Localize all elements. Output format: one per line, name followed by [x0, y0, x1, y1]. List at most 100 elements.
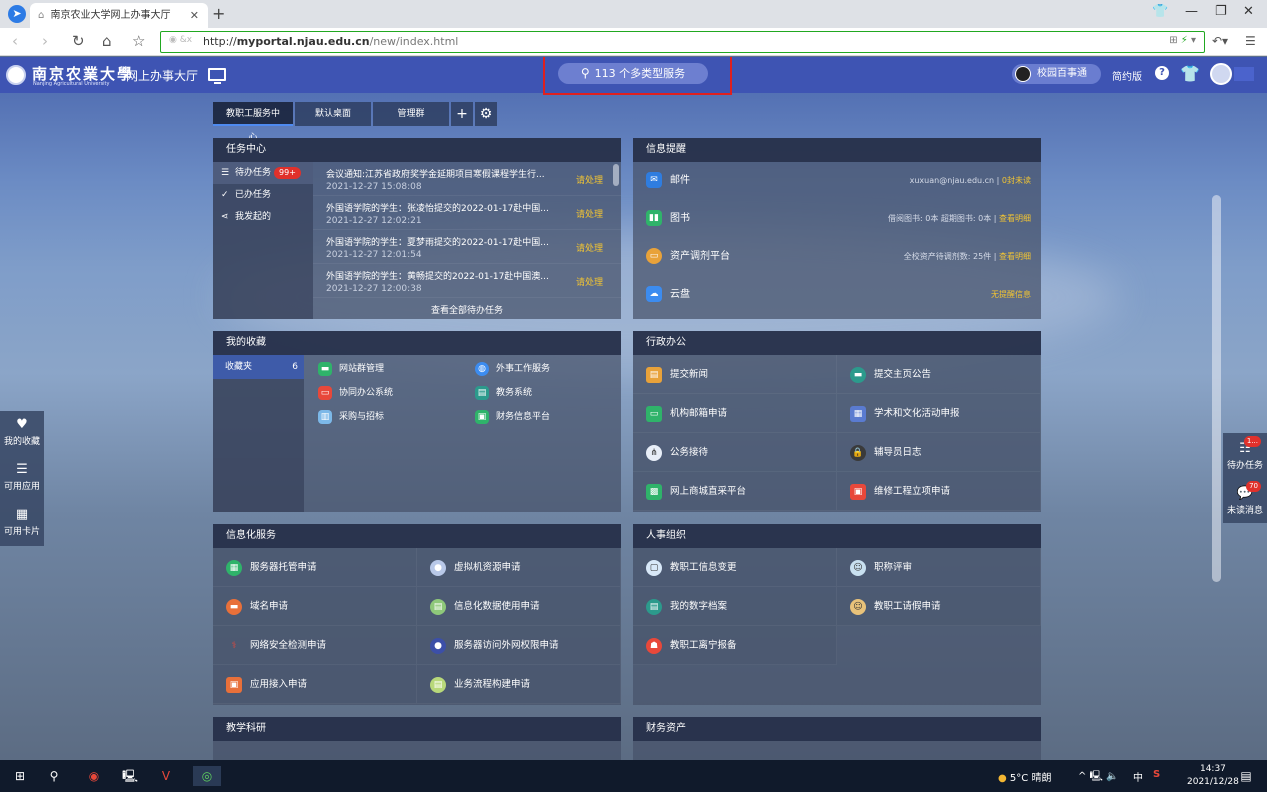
service-vm-resource[interactable]: ● 虚拟机资源申请 [417, 548, 621, 587]
notification-icon[interactable]: ▤ [1236, 766, 1256, 786]
service-domain[interactable]: ▬ 域名申请 [213, 587, 417, 626]
unread-mail-link[interactable]: 0封未读 [1002, 176, 1031, 185]
service-counselor-log[interactable]: 🔒 辅导员日志 [837, 433, 1041, 472]
reload-icon[interactable]: ↻ [72, 32, 85, 50]
help-icon[interactable]: ? [1155, 66, 1169, 80]
restore-icon[interactable]: ❐ [1215, 4, 1227, 19]
app-circle-icon[interactable]: ◉ [84, 766, 104, 786]
service-online-mall[interactable]: ▩ 网上商城直采平台 [633, 472, 837, 511]
service-security-check[interactable]: ⚕ 网络安全检测申请 [213, 626, 417, 665]
clock[interactable]: 14:37 2021/12/28 [1187, 763, 1239, 789]
service-app-integration[interactable]: ▣ 应用接入申请 [213, 665, 417, 704]
task-row[interactable]: 外国语学院的学生：黄畅提交的2022-01-17赴中国澳... 2021-12-… [313, 264, 621, 298]
service-org-mailbox[interactable]: ▭ 机构邮箱申请 [633, 394, 837, 433]
task-process-link[interactable]: 请处理 [576, 275, 603, 288]
browser-tab[interactable]: ⌂ 南京农业大学网上办事大厅 ✕ [30, 3, 208, 28]
campus-assistant-button[interactable]: 校园百事通 [1012, 64, 1101, 84]
fav-office-system[interactable]: ▭ 协同办公系统 [318, 385, 393, 400]
service-data-usage[interactable]: ▤ 信息化数据使用申请 [417, 587, 621, 626]
bookmark-star-icon[interactable]: ☆ [132, 32, 145, 50]
task-nav-done[interactable]: ✓ 已办任务 [213, 184, 313, 206]
home-icon[interactable]: ⌂ [102, 32, 112, 50]
close-tab-icon[interactable]: ✕ [190, 3, 199, 28]
task-row[interactable]: 会议通知:江苏省政府奖学金延期项目寒假课程学生行... 2021-12-27 1… [313, 162, 621, 196]
undo-icon[interactable]: ↶▾ [1212, 34, 1228, 48]
service-server-hosting[interactable]: ▦ 服务器托管申请 [213, 548, 417, 587]
info-row-assets[interactable]: ▭ 资产调剂平台 全校资产待调剂数: 25件 | 查看明细 [633, 238, 1041, 276]
service-homepage-notice[interactable]: ▬ 提交主页公告 [837, 355, 1041, 394]
theme-shirt-icon[interactable]: 👕 [1180, 64, 1200, 83]
task-row[interactable]: 外国语学院的学生：夏梦雨提交的2022-01-17赴中国... 2021-12-… [313, 230, 621, 264]
pending-badge: 1... [1243, 436, 1261, 447]
fav-academic-system[interactable]: ▤ 教务系统 [475, 385, 532, 400]
back-icon[interactable]: ‹ [12, 32, 18, 50]
task-process-link[interactable]: 请处理 [576, 207, 603, 220]
page-scrollbar[interactable] [1212, 195, 1221, 582]
weather-display[interactable]: ● 5°C 晴朗 [998, 769, 1051, 784]
info-row-library[interactable]: ▮▮ 图书 借阅图书: 0本 超期图书: 0本 | 查看明细 [633, 200, 1041, 238]
right-float-bar: 1... ☷ 待办任务 70 💬 未读消息 [1223, 433, 1267, 523]
desktop-monitor-icon[interactable] [208, 68, 226, 84]
search-icon[interactable]: ⚲ [44, 766, 64, 786]
shirt-skin-icon[interactable]: 👕 [1152, 4, 1168, 19]
settings-gear-icon[interactable]: ⚙ [475, 102, 497, 126]
university-seal-icon [6, 65, 26, 85]
add-desktop-button[interactable]: + [451, 102, 473, 126]
new-tab-button[interactable]: + [212, 3, 225, 25]
view-all-tasks-link[interactable]: 查看全部待办任务 [313, 303, 621, 316]
minimize-icon[interactable]: — [1185, 4, 1198, 19]
ime-indicator[interactable]: 中 [1133, 769, 1143, 784]
service-workflow-build[interactable]: ▤ 业务流程构建申请 [417, 665, 621, 704]
service-repair-project[interactable]: ▣ 维修工程立项申请 [837, 472, 1041, 511]
fav-foreign-affairs[interactable]: ◍ 外事工作服务 [475, 361, 550, 376]
info-row-mail[interactable]: ✉ 邮件 xuxuan@njau.edu.cn | 0封未读 [633, 162, 1041, 200]
app-v-icon[interactable]: V [156, 766, 176, 786]
task-process-link[interactable]: 请处理 [576, 173, 603, 186]
side-unread-messages[interactable]: 70 💬 未读消息 [1223, 478, 1267, 523]
user-name-block[interactable] [1234, 67, 1254, 81]
side-my-favorites[interactable]: ♥ 我的收藏 [0, 411, 44, 456]
service-official-reception[interactable]: ⋔ 公务接待 [633, 433, 837, 472]
tab-default-desktop[interactable]: 默认桌面 [295, 102, 371, 126]
service-staff-leave[interactable]: ☺ 教职工请假申请 [837, 587, 1041, 626]
task-nav-initiated[interactable]: ⋖ 我发起的 [213, 206, 313, 228]
task-process-link[interactable]: 请处理 [576, 241, 603, 254]
service-academic-activity[interactable]: ▦ 学术和文化活动申报 [837, 394, 1041, 433]
info-row-cloud[interactable]: ☁ 云盘 无提醒信息 [633, 276, 1041, 314]
tray-icons[interactable]: ^ 🖳 🔈 [1078, 769, 1119, 786]
service-leave-report[interactable]: ☗ 教职工离宁报备 [633, 626, 837, 665]
simple-version-link[interactable]: 简约版 [1112, 68, 1142, 83]
tab-admin-group[interactable]: 管理群 [373, 102, 449, 126]
fav-procurement[interactable]: ▥ 采购与招标 [318, 409, 384, 424]
service-external-access[interactable]: ● 服务器访问外网权限申请 [417, 626, 621, 665]
favorites-folder[interactable]: 收藏夹 6 [213, 355, 304, 379]
url-actions[interactable]: ⊞ ⚡ ▾ [1169, 35, 1196, 46]
browser-logo-icon[interactable]: ➤ [8, 5, 26, 23]
tab-staff-service-center[interactable]: 教职工服务中心 [213, 102, 293, 143]
service-title-review[interactable]: ☺ 职称评审 [837, 548, 1041, 587]
forward-icon[interactable]: › [42, 32, 48, 50]
task-nav-pending[interactable]: ☰ 待办任务 99+ [213, 162, 313, 184]
side-pending-tasks[interactable]: 1... ☷ 待办任务 [1223, 433, 1267, 478]
url-input[interactable]: ◉ &x http://myportal.njau.edu.cn/new/ind… [160, 31, 1205, 53]
service-digital-archive[interactable]: ▤ 我的数字档案 [633, 587, 837, 626]
fav-website-group[interactable]: ▬ 网站群管理 [318, 361, 384, 376]
library-details-link[interactable]: 查看明细 [999, 214, 1031, 223]
menu-icon[interactable]: ☰ [1245, 34, 1256, 48]
side-available-apps[interactable]: ☰ 可用应用 [0, 456, 44, 501]
app-computer-icon[interactable]: 🖳 [120, 766, 140, 786]
sogou-ime-icon[interactable]: S [1153, 769, 1160, 780]
assets-details-link[interactable]: 查看明细 [999, 252, 1031, 261]
fav-finance-platform[interactable]: ▣ 财务信息平台 [475, 409, 550, 424]
service-submit-news[interactable]: ▤ 提交新闻 [633, 355, 837, 394]
user-avatar[interactable] [1210, 63, 1232, 85]
browser-app-icon[interactable]: ◎ [193, 766, 221, 786]
task-row[interactable]: 外国语学院的学生：张凌怡提交的2022-01-17赴中国... 2021-12-… [313, 196, 621, 230]
windows-start-icon[interactable]: ⊞ [10, 766, 30, 786]
service-staff-info-change[interactable]: ▢ 教职工信息变更 [633, 548, 837, 587]
service-staff-leave-label: 教职工请假申请 [874, 601, 941, 612]
side-available-cards[interactable]: ▦ 可用卡片 [0, 501, 44, 546]
service-workflow-build-label: 业务流程构建申请 [454, 679, 531, 690]
close-window-icon[interactable]: ✕ [1243, 4, 1254, 19]
campus-avatar [1015, 66, 1031, 82]
